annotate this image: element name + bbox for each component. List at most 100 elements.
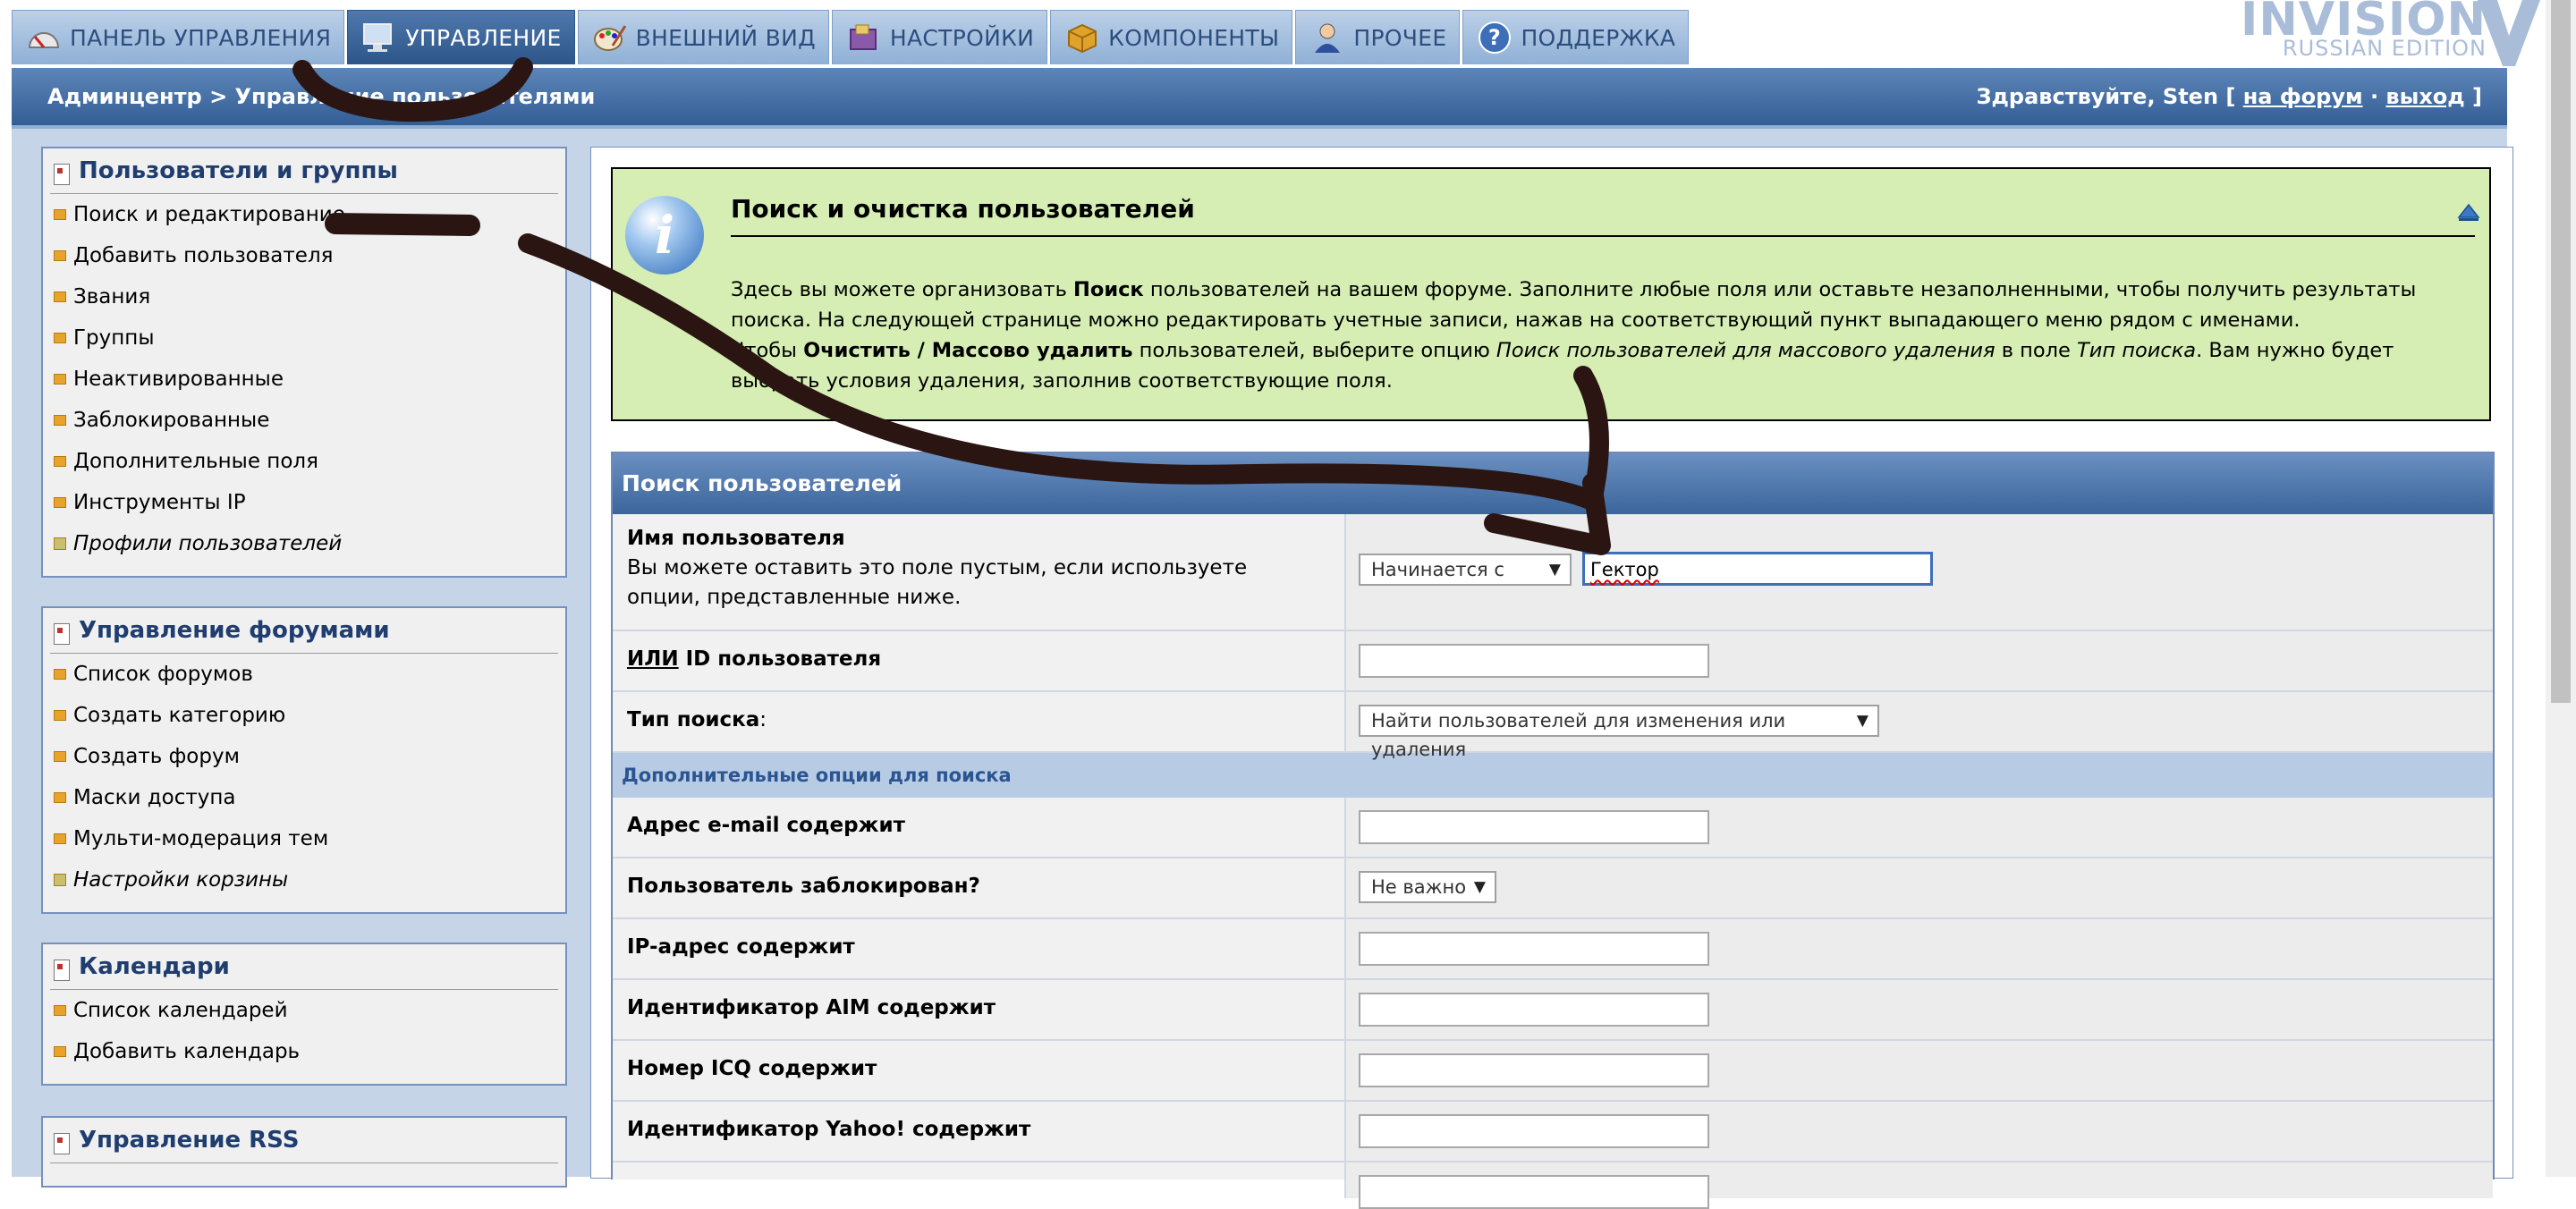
document-icon xyxy=(54,623,70,645)
sidebar-item-label: Звания xyxy=(73,285,151,309)
form-row-banned: Пользователь заблокирован? Не важно ▼ xyxy=(613,858,2493,919)
sidebar-item-label: Поиск и редактирование xyxy=(73,203,345,226)
tab-misc[interactable]: ПРОЧЕЕ xyxy=(1295,10,1461,64)
form-row-yahoo: Идентификатор Yahoo! содержит xyxy=(613,1102,2493,1162)
user-id-label-cell: ИЛИ ID пользователя xyxy=(613,631,1346,690)
help-icon: ? xyxy=(1478,21,1512,55)
sidebar-item-multi-moderation[interactable]: Мульти-модерация тем xyxy=(43,818,565,859)
form-row-ip: IP-адрес содержит xyxy=(613,919,2493,980)
invision-logo: INVISION RUSSIAN EDITION xyxy=(2241,0,2540,66)
sidebar-item-ip-tools[interactable]: Инструменты IP xyxy=(43,482,565,523)
sidebar-item-user-profiles[interactable]: Профили пользователей xyxy=(43,523,565,564)
document-icon xyxy=(54,164,70,185)
sidebar-item-label: Дополнительные поля xyxy=(73,450,318,473)
sidebar-item-label: Создать форум xyxy=(73,745,240,768)
tab-label: ВНЕШНИЙ ВИД xyxy=(635,24,816,51)
tab-settings[interactable]: НАСТРОЙКИ xyxy=(831,10,1048,64)
sidebar-item-trash-settings[interactable]: Настройки корзины xyxy=(43,859,565,900)
collapse-icon[interactable] xyxy=(2457,201,2480,221)
tab-components[interactable]: КОМПОНЕНТЫ xyxy=(1050,10,1293,64)
sidebar-section-header: Управление RSS xyxy=(50,1118,558,1163)
search-type-field-cell: Найти пользователей для изменения или уд… xyxy=(1346,692,2493,760)
sidebar-item-calendar-list[interactable]: Список календарей xyxy=(43,990,565,1031)
package-icon xyxy=(1065,21,1099,55)
sidebar-item-forum-list[interactable]: Список форумов xyxy=(43,654,565,695)
folder-icon xyxy=(54,1005,66,1016)
username-hint: Вы можете оставить это поле пустым, если… xyxy=(627,556,1248,609)
search-type-label: Тип поиска xyxy=(627,708,760,731)
ip-field-cell xyxy=(1346,919,2493,978)
chevron-down-icon: ▼ xyxy=(1548,561,1561,579)
logo-subtitle: RUSSIAN EDITION xyxy=(2282,36,2487,61)
sidebar-item-ranks[interactable]: Звания xyxy=(43,276,565,317)
forum-link[interactable]: на форум xyxy=(2243,84,2363,109)
user-id-field-cell xyxy=(1346,631,2493,690)
email-input[interactable] xyxy=(1359,810,1709,844)
banned-label: Пользователь заблокирован? xyxy=(613,858,1346,917)
folder-icon xyxy=(54,710,66,721)
folder-icon xyxy=(54,792,66,803)
icq-label: Номер ICQ содержит xyxy=(613,1041,1346,1100)
gauge-icon xyxy=(27,21,61,55)
match-type-select[interactable]: Начинается с ▼ xyxy=(1359,554,1572,586)
sidebar-item-label: Список форумов xyxy=(73,663,253,686)
search-type-select[interactable]: Найти пользователей для изменения или уд… xyxy=(1359,705,1879,760)
info-icon: i xyxy=(625,196,704,275)
user-icon xyxy=(1310,21,1344,55)
top-tabs: ПАНЕЛЬ УПРАВЛЕНИЯ УПРАВЛЕНИЕ ВНЕШНИЙ ВИД… xyxy=(12,10,1691,66)
aim-input[interactable] xyxy=(1359,993,1709,1027)
icq-input[interactable] xyxy=(1359,1053,1709,1087)
tab-label: КОМПОНЕНТЫ xyxy=(1108,24,1280,51)
nav-bar: Админцентр > Управление пользователями З… xyxy=(12,68,2507,129)
form-row-username: Имя пользователя Вы можете оставить это … xyxy=(613,514,2493,631)
sidebar-section-header: Календари xyxy=(50,944,558,990)
sidebar-item-add-user[interactable]: Добавить пользователя xyxy=(43,235,565,276)
tab-support[interactable]: ? ПОДДЕРЖКА xyxy=(1462,10,1690,64)
sidebar-item-create-forum[interactable]: Создать форум xyxy=(43,736,565,777)
sidebar-item-inactive[interactable]: Неактивированные xyxy=(43,359,565,400)
sidebar-item-custom-fields[interactable]: Дополнительные поля xyxy=(43,441,565,482)
username-input[interactable]: Гектор xyxy=(1582,552,1933,586)
tab-dashboard[interactable]: ПАНЕЛЬ УПРАВЛЕНИЯ xyxy=(12,10,345,64)
username-label: Имя пользователя xyxy=(627,527,845,550)
extra-options-title: Дополнительные опции для поиска xyxy=(622,765,1012,786)
yahoo-label: Идентификатор Yahoo! содержит xyxy=(613,1102,1346,1161)
partial-field-cell xyxy=(1346,1162,2493,1209)
sidebar-section-title: Управление RSS xyxy=(79,1127,300,1154)
icq-field-cell xyxy=(1346,1041,2493,1100)
info-title-text: Поиск и очистка пользователей xyxy=(731,194,1195,224)
partial-input[interactable] xyxy=(1359,1175,1709,1209)
folder-icon xyxy=(54,250,66,261)
sidebar-item-create-category[interactable]: Создать категорию xyxy=(43,695,565,736)
tab-label: ПРОЧЕЕ xyxy=(1353,24,1447,51)
banned-select[interactable]: Не важно ▼ xyxy=(1359,871,1496,903)
form-row-email: Адрес e-mail содержит xyxy=(613,798,2493,858)
tab-label: УПРАВЛЕНИЕ xyxy=(405,24,562,51)
sidebar-item-banned[interactable]: Заблокированные xyxy=(43,400,565,441)
sidebar-item-label: Маски доступа xyxy=(73,786,236,809)
select-value: Начинается с xyxy=(1371,559,1504,580)
yahoo-input[interactable] xyxy=(1359,1114,1709,1148)
sidebar-section-title: Календари xyxy=(79,953,230,980)
ip-input[interactable] xyxy=(1359,932,1709,966)
email-label: Адрес e-mail содержит xyxy=(613,798,1346,857)
user-id-label: ID пользователя xyxy=(678,647,882,671)
folder-icon xyxy=(54,1046,66,1057)
document-icon xyxy=(54,1133,70,1154)
scrollbar-thumb[interactable] xyxy=(2551,0,2571,703)
logout-link[interactable]: выход xyxy=(2385,84,2464,109)
document-icon xyxy=(54,960,70,981)
chevron-down-icon: ▼ xyxy=(1473,878,1486,896)
sidebar-item-add-calendar[interactable]: Добавить календарь xyxy=(43,1031,565,1072)
user-id-input[interactable] xyxy=(1359,644,1709,678)
sidebar-item-groups[interactable]: Группы xyxy=(43,317,565,359)
sidebar-section-header: Пользователи и группы xyxy=(50,148,558,194)
info-title: Поиск и очистка пользователей xyxy=(731,194,2480,237)
sidebar-item-access-masks[interactable]: Маски доступа xyxy=(43,777,565,818)
sidebar-item-search-edit[interactable]: Поиск и редактирование xyxy=(43,194,565,235)
folder-icon xyxy=(54,333,66,343)
banned-field-cell: Не важно ▼ xyxy=(1346,858,2493,917)
page-scrollbar[interactable] xyxy=(2546,0,2576,1177)
tab-appearance[interactable]: ВНЕШНИЙ ВИД xyxy=(577,10,829,64)
tab-management[interactable]: УПРАВЛЕНИЕ xyxy=(347,10,575,64)
